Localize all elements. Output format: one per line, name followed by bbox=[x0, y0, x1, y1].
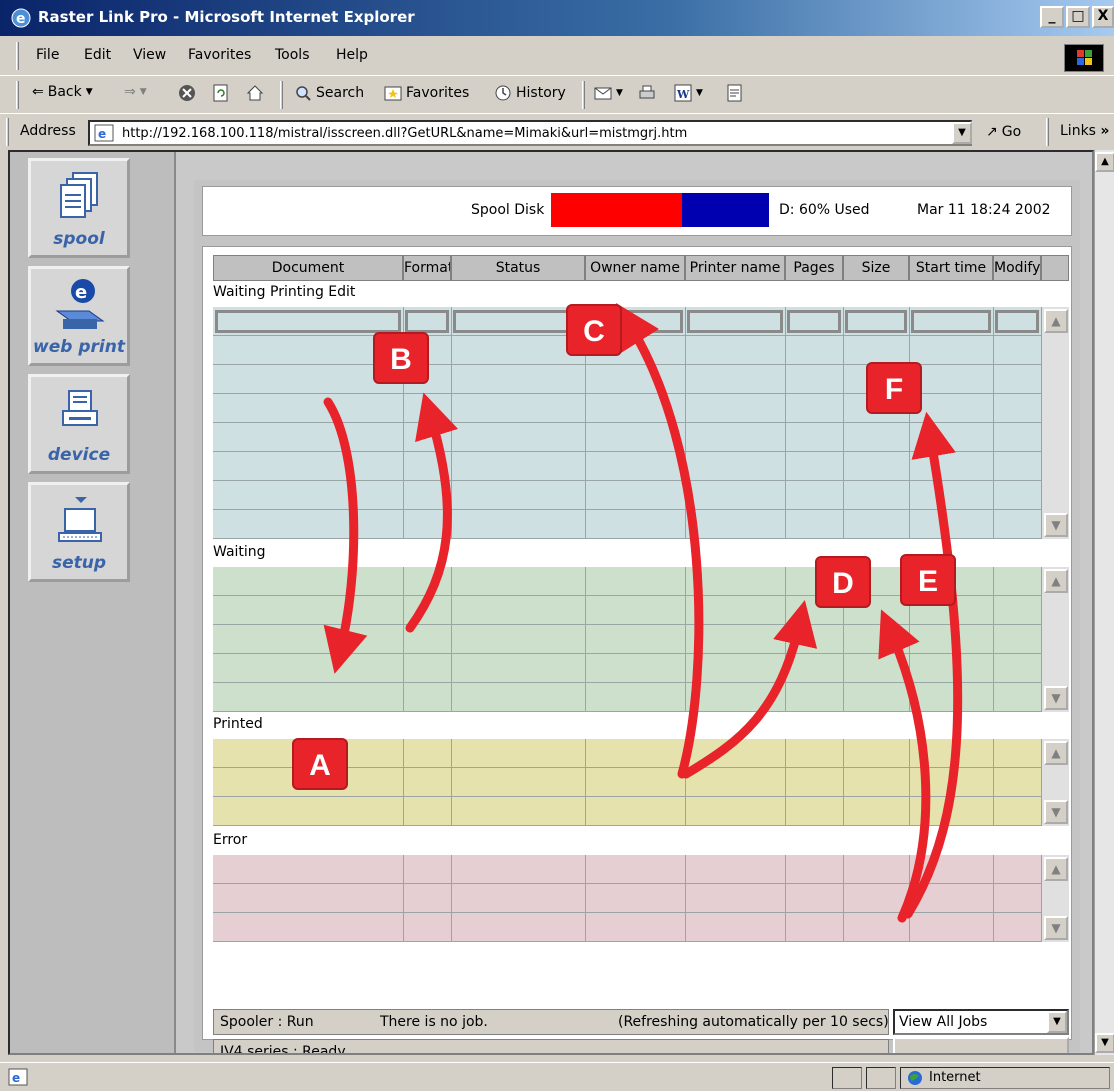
word-icon: W bbox=[674, 84, 692, 102]
address-label: Address bbox=[20, 123, 76, 139]
mail-icon bbox=[594, 87, 612, 100]
arrow-a-to-c bbox=[616, 302, 704, 779]
address-grip bbox=[6, 118, 9, 146]
zone-label: Internet bbox=[929, 1070, 981, 1085]
menu-bar: File Edit View Favorites Tools Help bbox=[0, 36, 1114, 76]
menu-tools[interactable]: Tools bbox=[275, 47, 310, 63]
history-label: History bbox=[516, 85, 566, 101]
favorites-button[interactable]: Favorites bbox=[384, 84, 469, 102]
home-button[interactable] bbox=[246, 84, 264, 102]
window-title-bar[interactable]: e Raster Link Pro - Microsoft Internet E… bbox=[0, 0, 1114, 36]
maximize-button[interactable]: □ bbox=[1066, 6, 1090, 28]
windows-logo-icon bbox=[1064, 44, 1104, 72]
annotation-badge-e: E bbox=[900, 554, 956, 606]
print-button[interactable] bbox=[638, 84, 656, 102]
page-scrollbar[interactable]: ▲ ▼ bbox=[1094, 150, 1114, 1055]
go-label: Go bbox=[1001, 124, 1022, 140]
chevron-right-icon: » bbox=[1100, 123, 1110, 139]
menu-favorites[interactable]: Favorites bbox=[188, 47, 251, 63]
close-button[interactable]: X bbox=[1092, 6, 1114, 28]
toolbar-separator bbox=[280, 81, 283, 109]
search-label: Search bbox=[316, 85, 365, 101]
links-label: Links bbox=[1060, 123, 1096, 139]
back-label: Back bbox=[47, 84, 82, 100]
chevron-down-icon: ▼ bbox=[85, 87, 93, 97]
chevron-down-icon: ▼ bbox=[696, 88, 703, 98]
menu-help[interactable]: Help bbox=[336, 47, 368, 63]
menu-view[interactable]: View bbox=[133, 47, 166, 63]
toolbar-separator bbox=[582, 81, 585, 109]
globe-icon bbox=[908, 1071, 922, 1085]
toolbar-grip bbox=[16, 81, 19, 109]
arrow-a-to-d bbox=[681, 600, 818, 779]
discuss-button[interactable] bbox=[726, 84, 744, 102]
back-button[interactable]: ⇐ Back ▼ bbox=[32, 84, 93, 100]
menu-edit[interactable]: Edit bbox=[84, 47, 111, 63]
svg-text:e: e bbox=[16, 11, 26, 27]
address-url: http://192.168.100.118/mistral/isscreen.… bbox=[122, 126, 688, 141]
print-icon bbox=[639, 85, 655, 99]
go-arrow-icon: ↗ bbox=[986, 124, 998, 140]
chevron-down-icon: ▼ bbox=[139, 87, 147, 97]
address-bar: Address e http://192.168.100.118/mistral… bbox=[0, 114, 1114, 150]
annotation-badge-b: B bbox=[373, 332, 429, 384]
forward-arrow-icon: ⇒ bbox=[124, 84, 136, 100]
stop-button[interactable] bbox=[178, 84, 196, 102]
favorites-label: Favorites bbox=[406, 85, 470, 101]
chevron-down-icon: ▼ bbox=[616, 88, 623, 98]
annotation-badge-f: F bbox=[866, 362, 922, 414]
page-status-icon: e bbox=[8, 1068, 28, 1086]
arrow-b-down bbox=[323, 397, 368, 674]
svg-text:W: W bbox=[676, 88, 690, 101]
ie-logo-icon: e bbox=[11, 8, 31, 28]
page-icon: e bbox=[94, 124, 114, 142]
menu-file[interactable]: File bbox=[36, 47, 59, 63]
links-button[interactable]: Links » bbox=[1060, 123, 1109, 139]
svg-text:e: e bbox=[98, 127, 106, 141]
window-title: Raster Link Pro - Microsoft Internet Exp… bbox=[38, 8, 415, 26]
arrow-e-up bbox=[878, 609, 931, 923]
go-button[interactable]: ↗ Go bbox=[986, 124, 1021, 140]
scroll-up-button[interactable]: ▲ bbox=[1095, 152, 1114, 172]
toolbar: ⇐ Back ▼ ⇒ ▼ Search Favorites History ▼ … bbox=[0, 76, 1114, 114]
arrow-b-up bbox=[405, 392, 459, 633]
stop-icon bbox=[179, 85, 195, 101]
zone-pane: Internet bbox=[900, 1067, 1110, 1089]
mail-button[interactable]: ▼ bbox=[594, 84, 623, 102]
refresh-page-button[interactable] bbox=[212, 84, 230, 102]
annotation-badge-a: A bbox=[292, 738, 348, 790]
history-icon bbox=[495, 85, 511, 101]
links-separator bbox=[1046, 118, 1049, 146]
forward-button[interactable]: ⇒ ▼ bbox=[124, 84, 147, 100]
search-button[interactable]: Search bbox=[294, 84, 364, 102]
home-icon bbox=[246, 85, 264, 101]
address-input[interactable]: e http://192.168.100.118/mistral/isscree… bbox=[88, 120, 972, 146]
arrow-f-up bbox=[903, 411, 963, 919]
annotation-badge-c: C bbox=[566, 304, 622, 356]
svg-text:e: e bbox=[12, 1071, 20, 1085]
discuss-icon bbox=[727, 84, 742, 102]
back-arrow-icon: ⇐ bbox=[32, 84, 44, 100]
menu-grip bbox=[16, 42, 19, 70]
refresh-icon bbox=[213, 84, 228, 102]
scroll-down-button[interactable]: ▼ bbox=[1095, 1033, 1114, 1053]
address-dropdown-button[interactable]: ▼ bbox=[952, 122, 972, 144]
favorites-icon bbox=[384, 86, 402, 101]
browser-status-bar: e Internet bbox=[0, 1062, 1114, 1091]
annotation-badge-d: D bbox=[815, 556, 871, 608]
minimize-button[interactable]: _ bbox=[1040, 6, 1064, 28]
status-pane bbox=[866, 1067, 896, 1089]
history-button[interactable]: History bbox=[494, 84, 566, 102]
search-icon bbox=[296, 86, 311, 101]
edit-word-button[interactable]: W ▼ bbox=[674, 84, 703, 102]
status-pane bbox=[832, 1067, 862, 1089]
